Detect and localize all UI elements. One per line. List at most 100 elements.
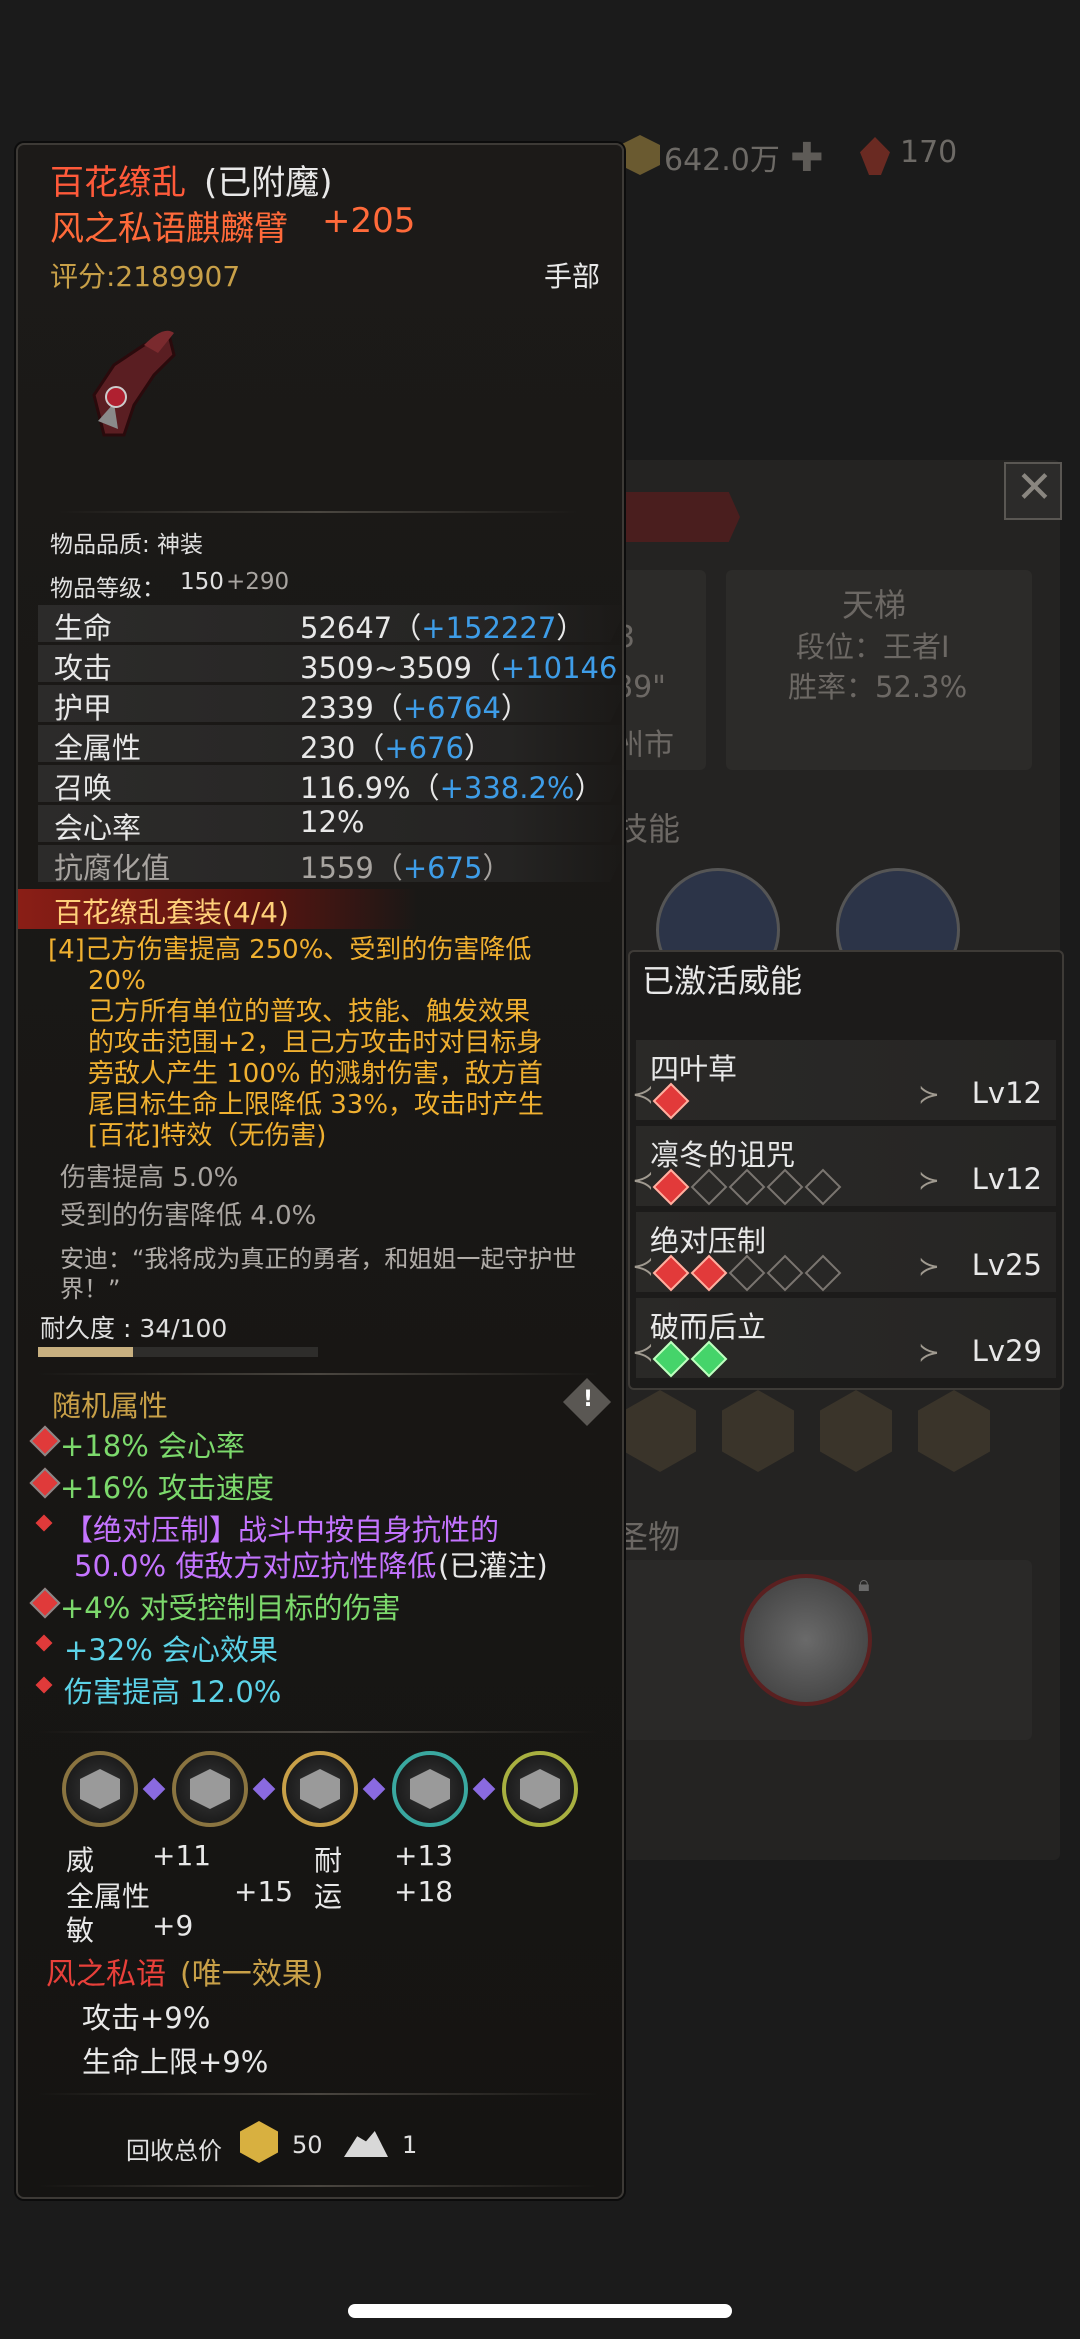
stat-row: 全属性 230（+676） bbox=[38, 725, 628, 762]
power-name: 凛冬的诅咒 bbox=[650, 1138, 796, 1172]
power-gem-empty bbox=[690, 1168, 728, 1206]
power-gem-filled bbox=[690, 1340, 728, 1378]
rune-icon bbox=[520, 1769, 560, 1809]
stat-value: 116.9%（+338.2%） bbox=[300, 771, 604, 805]
gem-amount: 170 bbox=[900, 135, 958, 170]
stat-row: 攻击 3509~3509（+10146- bbox=[38, 645, 628, 682]
affix-icon bbox=[29, 1425, 61, 1457]
rune-link bbox=[142, 1777, 166, 1801]
item-enhance-level: +205 bbox=[322, 201, 416, 241]
stat-value: 1559（+675） bbox=[300, 851, 512, 885]
power-gem-empty bbox=[804, 1168, 842, 1206]
wing-right-icon: ≻ bbox=[918, 1252, 940, 1282]
rune-stat-name: 威 bbox=[66, 1844, 95, 1877]
wing-left-icon: ≺ bbox=[632, 1252, 654, 1282]
power-gem-filled bbox=[652, 1082, 690, 1120]
extra-stat: 伤害提高 5.0% bbox=[60, 1163, 239, 1193]
power-row[interactable]: 破而后立 ≺ ≻ Lv29 bbox=[632, 1298, 1056, 1378]
item-enchant-tag: (已附魔) bbox=[204, 163, 333, 203]
stat-label: 全属性 bbox=[54, 731, 142, 765]
ladder-rank: 段位：王者Ⅰ bbox=[796, 630, 950, 664]
extra-stat: 受到的伤害降低 4.0% bbox=[60, 1201, 317, 1231]
attr-text: +32% 会心效果 bbox=[64, 1633, 278, 1667]
unique-effect-line: 攻击+9% bbox=[82, 2001, 211, 2035]
set-title: 百花缭乱套装(4/4) bbox=[54, 896, 289, 929]
power-row[interactable]: 绝对压制 ≺ ≻ Lv25 bbox=[632, 1212, 1056, 1292]
affix-icon bbox=[29, 1587, 61, 1619]
relic-orb-icon bbox=[740, 1574, 872, 1706]
rune-link bbox=[252, 1777, 276, 1801]
ladder-winrate: 胜率：52.3% bbox=[788, 670, 968, 704]
power-gem-filled bbox=[652, 1340, 690, 1378]
wing-left-icon: ≺ bbox=[632, 1080, 654, 1110]
rune-gem-slot[interactable] bbox=[62, 1751, 138, 1827]
rune-stat-value: +9 bbox=[152, 1909, 194, 1942]
power-gem-empty bbox=[804, 1254, 842, 1292]
rune-gem-slot[interactable] bbox=[502, 1751, 578, 1827]
power-name: 四叶草 bbox=[650, 1052, 738, 1086]
rune-icon bbox=[300, 1769, 340, 1809]
flavor-quote: 界！” bbox=[60, 1275, 121, 1303]
skills-header: 技能 bbox=[616, 810, 681, 848]
stat-row: 护甲 2339（+6764） bbox=[38, 685, 628, 722]
gem-resource[interactable]: 170 bbox=[860, 135, 980, 179]
item-level-bonus: +290 bbox=[226, 569, 290, 595]
affix-icon bbox=[35, 1676, 53, 1694]
gold-resource[interactable]: 642.0万 bbox=[620, 135, 790, 179]
stat-label: 召唤 bbox=[54, 771, 113, 805]
attr-text: +4% 对受控制目标的伤害 bbox=[60, 1591, 401, 1625]
relic-card[interactable]: 🔒︎ bbox=[622, 1560, 1032, 1740]
set-desc-line: [百花]特效（无伤害) bbox=[88, 1121, 327, 1151]
ladder-card[interactable]: 天梯 段位：王者Ⅰ 胜率：52.3% bbox=[726, 570, 1032, 770]
rune-stat-value: +15 bbox=[234, 1875, 294, 1908]
durability-fill bbox=[38, 1347, 134, 1357]
stat-value: 230（+676） bbox=[300, 731, 494, 765]
item-tooltip: 百花缭乱 (已附魔) 风之私语麒麟臂 +205 评分:2189907 手部 物品… bbox=[16, 143, 628, 2199]
home-indicator[interactable] bbox=[348, 2304, 732, 2318]
power-level: Lv25 bbox=[971, 1248, 1042, 1282]
gauntlet-icon bbox=[74, 325, 184, 445]
recycle-gold: 50 bbox=[292, 2131, 323, 2159]
gold-icon bbox=[620, 135, 660, 175]
power-row[interactable]: 凛冬的诅咒 ≺ ≻ Lv12 bbox=[632, 1126, 1056, 1206]
set-desc-line: 20% bbox=[88, 966, 146, 996]
recycle-dust: 1 bbox=[402, 2131, 418, 2159]
stat-row: 召唤 116.9%（+338.2%） bbox=[38, 765, 628, 802]
rune-gem-slot[interactable] bbox=[172, 1751, 248, 1827]
affix-icon bbox=[35, 1514, 53, 1532]
unique-effect-title: 风之私语 bbox=[46, 1957, 166, 1992]
stat-label: 抗腐化值 bbox=[54, 851, 171, 885]
stat-label: 攻击 bbox=[54, 651, 113, 685]
divider bbox=[58, 511, 578, 513]
power-level: Lv12 bbox=[971, 1162, 1042, 1196]
info-button[interactable]: ! bbox=[562, 1377, 612, 1427]
power-gem-filled bbox=[652, 1254, 690, 1292]
power-gem-empty bbox=[728, 1168, 766, 1206]
rune-gem-slot[interactable] bbox=[282, 1751, 358, 1827]
close-button[interactable]: ✕ bbox=[1004, 462, 1062, 520]
durability-bar bbox=[38, 1347, 318, 1357]
rune-icon bbox=[80, 1769, 120, 1809]
power-row[interactable]: 四叶草 ≺ ≻ Lv12 bbox=[632, 1040, 1056, 1120]
attr-text: 50.0% 使敌方对应抗性降低 bbox=[74, 1549, 437, 1583]
add-icon[interactable]: ✚ bbox=[790, 138, 824, 178]
rune-gem-slot[interactable] bbox=[392, 1751, 468, 1827]
relic-header: 圣物 bbox=[616, 1518, 681, 1556]
durability-label: 耐久度 : 34/100 bbox=[40, 1314, 228, 1343]
exclamation-icon: ! bbox=[583, 1387, 594, 1413]
rune-stat-value: +13 bbox=[394, 1839, 454, 1872]
set-desc-line: 的攻击范围+2，且己方攻击时对目标身 bbox=[88, 1028, 543, 1058]
item-level-label: 物品等级： bbox=[50, 576, 165, 602]
stat-value: 12% bbox=[300, 805, 365, 839]
random-attr-title: 随机属性 bbox=[52, 1389, 169, 1423]
flavor-quote: 安迪：“我将成为真正的勇者，和姐姐一起守护世 bbox=[60, 1245, 577, 1273]
set-desc-line: 己方所有单位的普攻、技能、触发效果 bbox=[88, 997, 531, 1027]
wing-left-icon: ≺ bbox=[632, 1338, 654, 1368]
set-desc-line: 尾目标生命上限降低 33%，攻击时产生 bbox=[88, 1090, 545, 1120]
item-name: 风之私语麒麟臂 bbox=[50, 209, 288, 249]
rune-link bbox=[472, 1777, 496, 1801]
gold-amount: 642.0万 bbox=[664, 143, 780, 178]
unique-effect-line: 生命上限+9% bbox=[82, 2045, 269, 2079]
rune-stat-name: 耐 bbox=[314, 1844, 343, 1877]
item-set-name: 百花缭乱 bbox=[50, 163, 186, 203]
